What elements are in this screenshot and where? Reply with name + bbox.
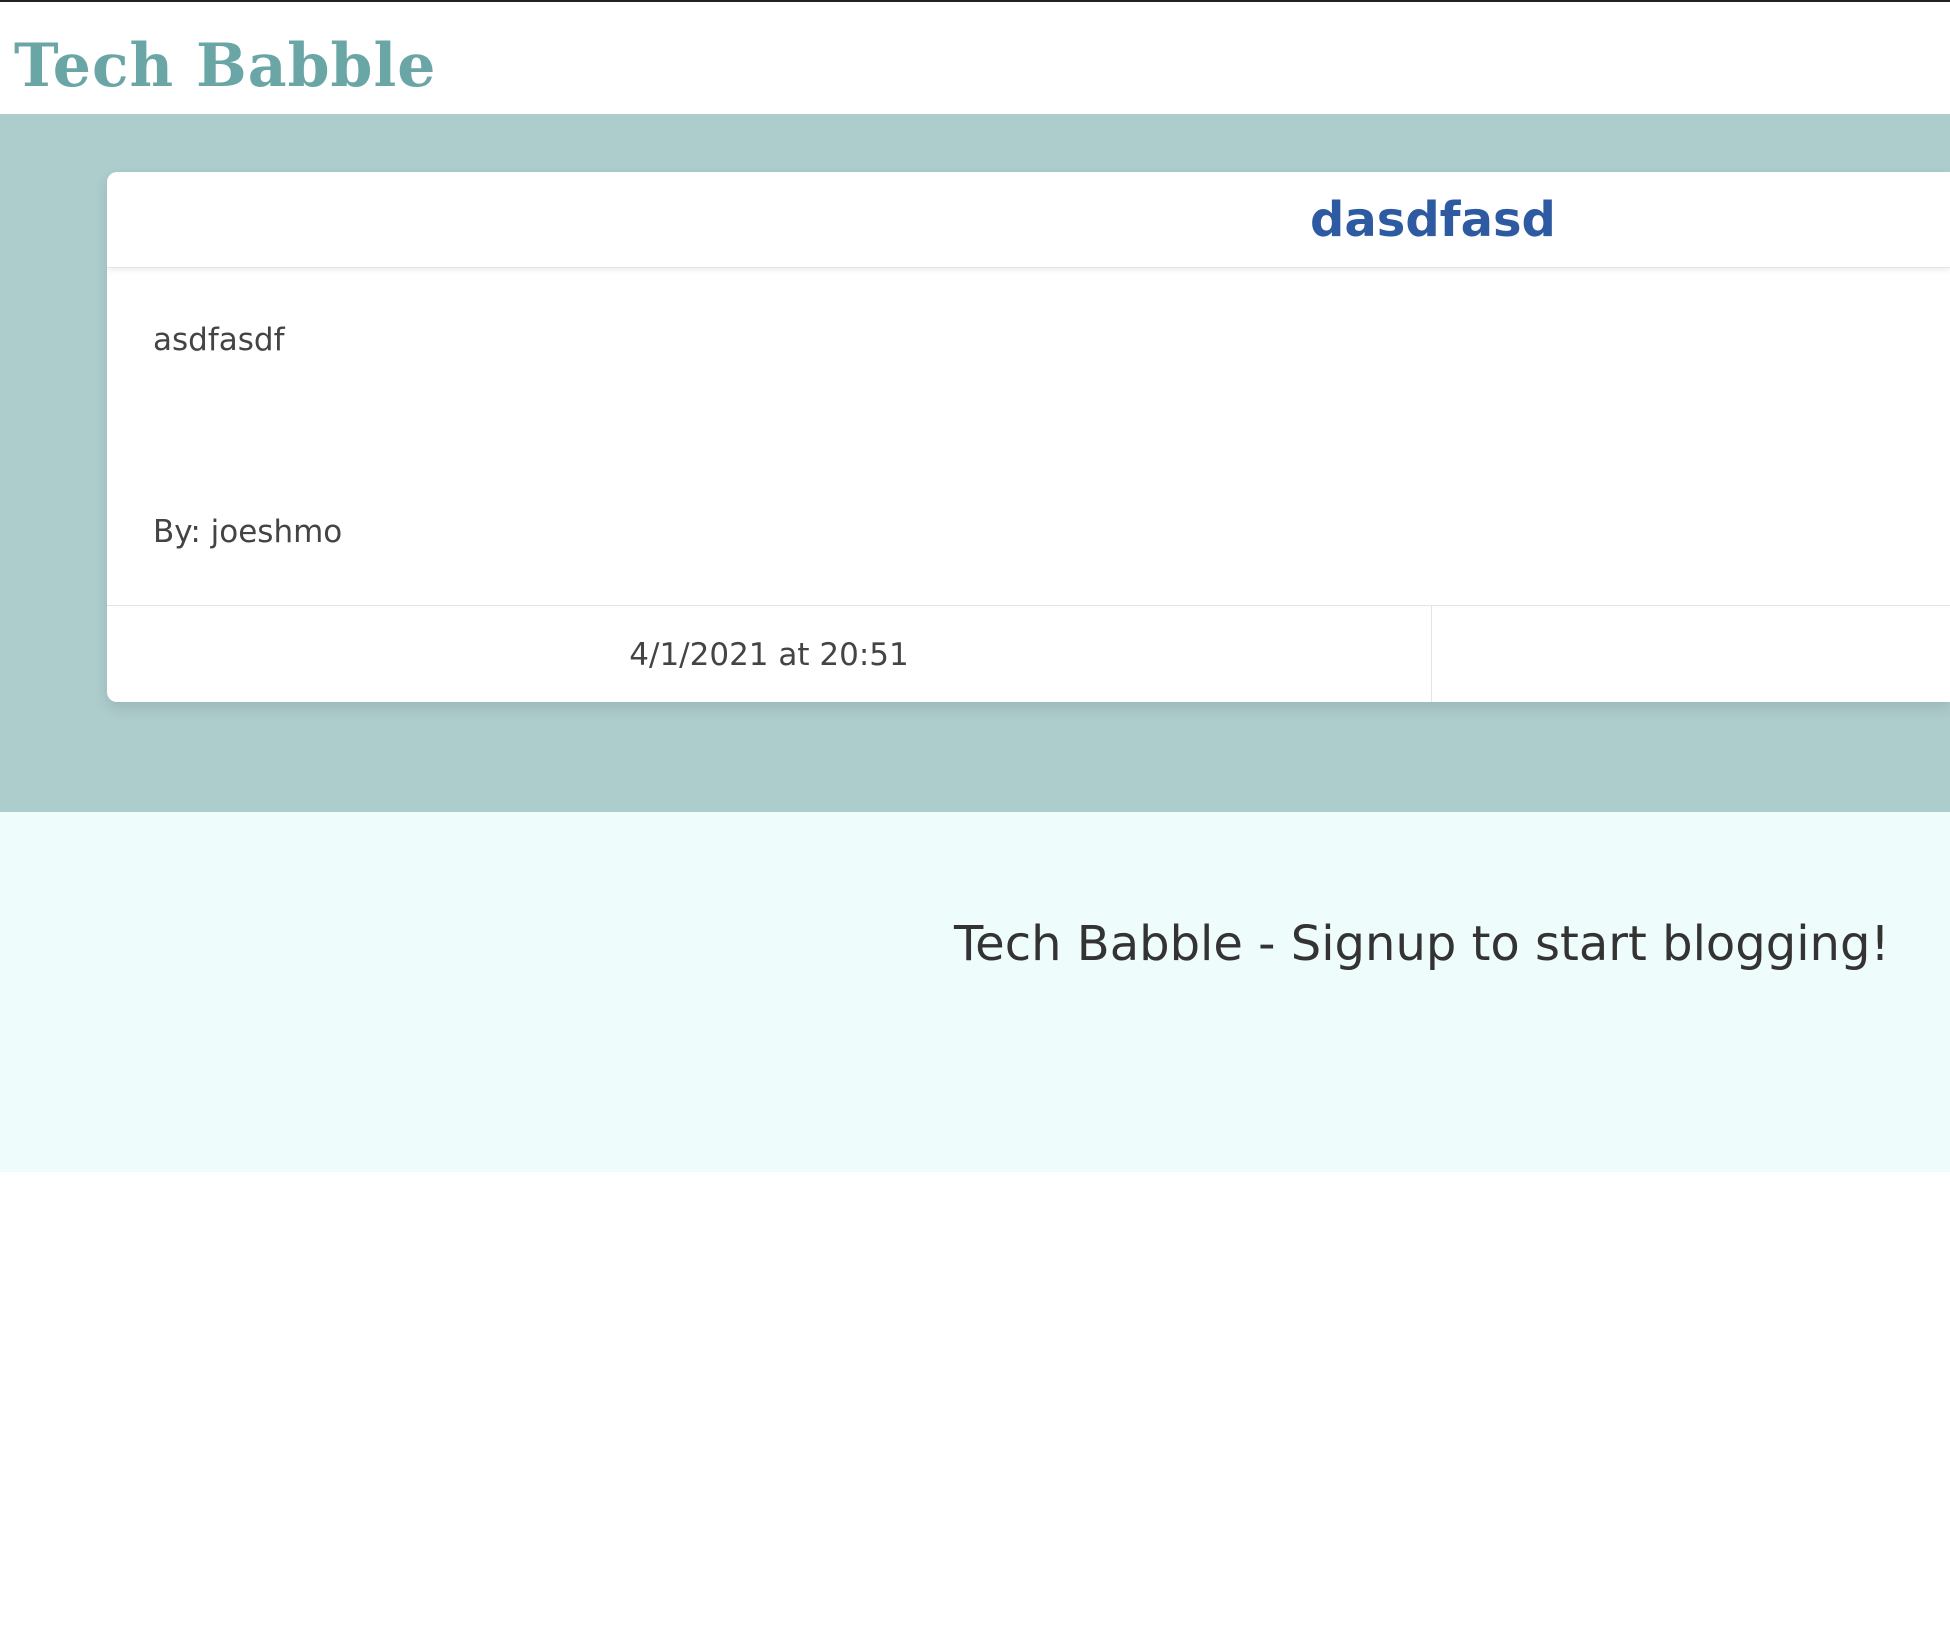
post-author: By: joeshmo [153,514,343,550]
post-body: asdfasdf [153,322,285,358]
site-title-link[interactable]: Tech Babble [14,28,436,104]
post-timestamp: 4/1/2021 at 20:51 [107,606,1432,702]
post-card-header: dasdfasd [107,172,1950,268]
footer-signup-text: Tech Babble - Signup to start blogging! [954,916,1890,972]
site-footer: Tech Babble - Signup to start blogging! [0,812,1950,1172]
post-card-footer: 4/1/2021 at 20:51 [107,605,1950,702]
post-card-footer-item [1432,606,1950,702]
site-header: Tech Babble [0,2,1950,114]
post-title[interactable]: dasdfasd [1310,192,1556,248]
post-card[interactable]: dasdfasd asdfasdf By: joeshmo 4/1/2021 a… [107,172,1950,702]
